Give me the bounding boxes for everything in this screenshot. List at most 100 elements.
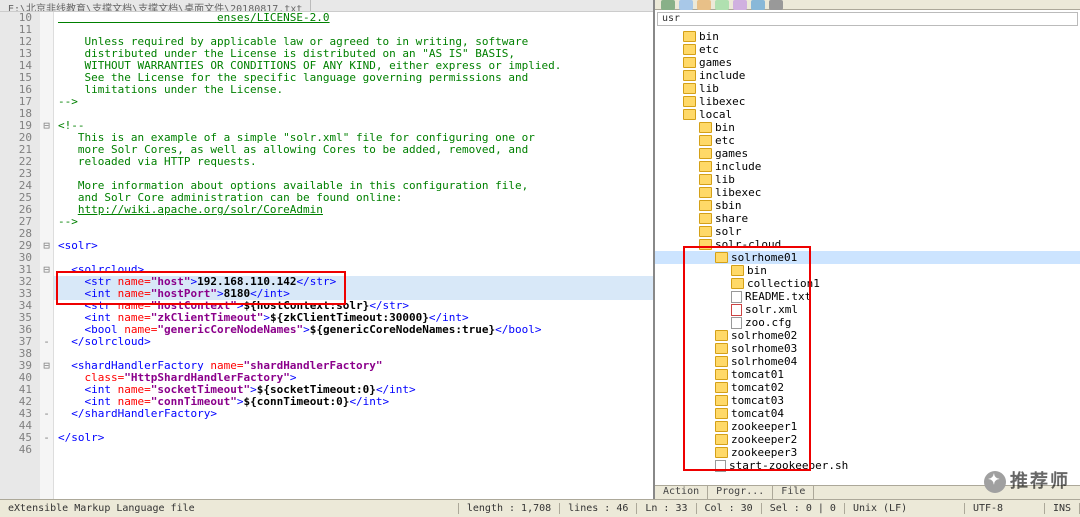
folder-icon <box>699 161 712 172</box>
tree-item-label: tomcat03 <box>731 394 784 407</box>
folder-icon <box>699 226 712 237</box>
toolbar-icon[interactable] <box>661 0 675 10</box>
tree-item-label: tomcat02 <box>731 381 784 394</box>
tree-item[interactable]: zoo.cfg <box>655 316 1080 329</box>
file-icon <box>731 304 742 316</box>
tree-item[interactable]: README.txt <box>655 290 1080 303</box>
tree-item-label: games <box>699 56 732 69</box>
tree-item[interactable]: solr <box>655 225 1080 238</box>
tree-item[interactable]: libexec <box>655 95 1080 108</box>
tree-item[interactable]: lib <box>655 173 1080 186</box>
tree-item-label: games <box>715 147 748 160</box>
tree-item[interactable]: etc <box>655 134 1080 147</box>
file-icon <box>731 317 742 329</box>
folder-icon <box>715 343 728 354</box>
folder-icon <box>683 31 696 42</box>
tree-item[interactable]: solrhome04 <box>655 355 1080 368</box>
tree-item-label: solrhome04 <box>731 355 797 368</box>
tree-item-label: etc <box>699 43 719 56</box>
explorer-tab[interactable]: Action <box>655 486 708 499</box>
line-gutter: 1011121314151617181920212223242526272829… <box>0 12 40 499</box>
fold-column[interactable]: ⊟⊟⊟-⊟-- <box>40 12 54 499</box>
toolbar-icon[interactable] <box>733 0 747 10</box>
tree-item-label: solrhome03 <box>731 342 797 355</box>
tree-item-label: zookeeper3 <box>731 446 797 459</box>
tree-item[interactable]: local <box>655 108 1080 121</box>
tree-item[interactable]: start-zookeeper.sh <box>655 459 1080 472</box>
status-col: Col : 30 <box>697 503 762 514</box>
tree-item-label: collection1 <box>747 277 820 290</box>
code-lines[interactable]: enses/LICENSE-2.0 Unless required by app… <box>54 12 653 499</box>
explorer-toolbar <box>655 0 1080 10</box>
tree-item-label: include <box>699 69 745 82</box>
tree-item-label: libexec <box>715 186 761 199</box>
tree-item[interactable]: sbin <box>655 199 1080 212</box>
status-ins: INS <box>1045 503 1080 514</box>
tree-item-label: README.txt <box>745 290 811 303</box>
status-lines: lines : 46 <box>560 503 637 514</box>
explorer-bottom-tabs: ActionProgr...File <box>655 485 1080 499</box>
tree-item[interactable]: zookeeper3 <box>655 446 1080 459</box>
tree-item[interactable]: share <box>655 212 1080 225</box>
toolbar-icon[interactable] <box>715 0 729 10</box>
code-area[interactable]: 1011121314151617181920212223242526272829… <box>0 12 653 499</box>
toolbar-icon[interactable] <box>751 0 765 10</box>
tree-item[interactable]: tomcat01 <box>655 368 1080 381</box>
tree-item-label: lib <box>715 173 735 186</box>
tree-item[interactable]: tomcat04 <box>655 407 1080 420</box>
folder-icon <box>683 109 696 120</box>
tree-item[interactable]: solr-cloud <box>655 238 1080 251</box>
explorer-tab[interactable]: File <box>773 486 814 499</box>
main-area: E:\北京非线教育\支撑文档\支撑文档\桌面文件\20180817.txt 10… <box>0 0 1080 499</box>
status-length: length : 1,708 <box>459 503 560 514</box>
status-eol: Unix (LF) <box>845 503 965 514</box>
tree-item[interactable]: bin <box>655 121 1080 134</box>
tree-item-label: lib <box>699 82 719 95</box>
tree-item[interactable]: solrhome01 <box>655 251 1080 264</box>
tree-item-label: zookeeper1 <box>731 420 797 433</box>
tree-item-label: tomcat04 <box>731 407 784 420</box>
tree-item[interactable]: tomcat02 <box>655 381 1080 394</box>
folder-icon <box>683 44 696 55</box>
file-tab[interactable]: E:\北京非线教育\支撑文档\支撑文档\桌面文件\20180817.txt <box>0 0 311 11</box>
tree-item[interactable]: zookeeper2 <box>655 433 1080 446</box>
tree-item-label: solr-cloud <box>715 238 781 251</box>
folder-icon <box>699 135 712 146</box>
tree-item[interactable]: bin <box>655 264 1080 277</box>
status-ln: Ln : 33 <box>637 503 696 514</box>
tree-item[interactable]: include <box>655 160 1080 173</box>
tree-item[interactable]: include <box>655 69 1080 82</box>
folder-icon <box>715 408 728 419</box>
tree-item-label: local <box>699 108 732 121</box>
file-icon <box>731 291 742 303</box>
tree-item[interactable]: collection1 <box>655 277 1080 290</box>
folder-icon <box>699 174 712 185</box>
folder-icon <box>699 239 712 250</box>
tree-item[interactable]: etc <box>655 43 1080 56</box>
file-tree[interactable]: binetcgamesincludeliblibexeclocalbinetcg… <box>655 28 1080 485</box>
tree-item[interactable]: libexec <box>655 186 1080 199</box>
tree-item[interactable]: solrhome03 <box>655 342 1080 355</box>
toolbar-icon[interactable] <box>679 0 693 10</box>
path-bar[interactable]: usr <box>657 12 1078 26</box>
tree-item-label: bin <box>699 30 719 43</box>
toolbar-icon[interactable] <box>697 0 711 10</box>
tree-item[interactable]: solrhome02 <box>655 329 1080 342</box>
tree-item[interactable]: tomcat03 <box>655 394 1080 407</box>
explorer-tab[interactable]: Progr... <box>708 486 773 499</box>
folder-icon <box>715 369 728 380</box>
tree-item[interactable]: bin <box>655 30 1080 43</box>
tree-item[interactable]: lib <box>655 82 1080 95</box>
status-filetype: eXtensible Markup Language file <box>0 503 459 514</box>
tree-item[interactable]: zookeeper1 <box>655 420 1080 433</box>
tab-bar: E:\北京非线教育\支撑文档\支撑文档\桌面文件\20180817.txt <box>0 0 653 12</box>
toolbar-icon[interactable] <box>769 0 783 10</box>
editor-panel: E:\北京非线教育\支撑文档\支撑文档\桌面文件\20180817.txt 10… <box>0 0 655 499</box>
folder-icon <box>715 395 728 406</box>
folder-icon <box>683 57 696 68</box>
tree-item[interactable]: solr.xml <box>655 303 1080 316</box>
status-enc: UTF-8 <box>965 503 1045 514</box>
tree-item[interactable]: games <box>655 56 1080 69</box>
tree-item[interactable]: games <box>655 147 1080 160</box>
status-sel: Sel : 0 | 0 <box>762 503 845 514</box>
